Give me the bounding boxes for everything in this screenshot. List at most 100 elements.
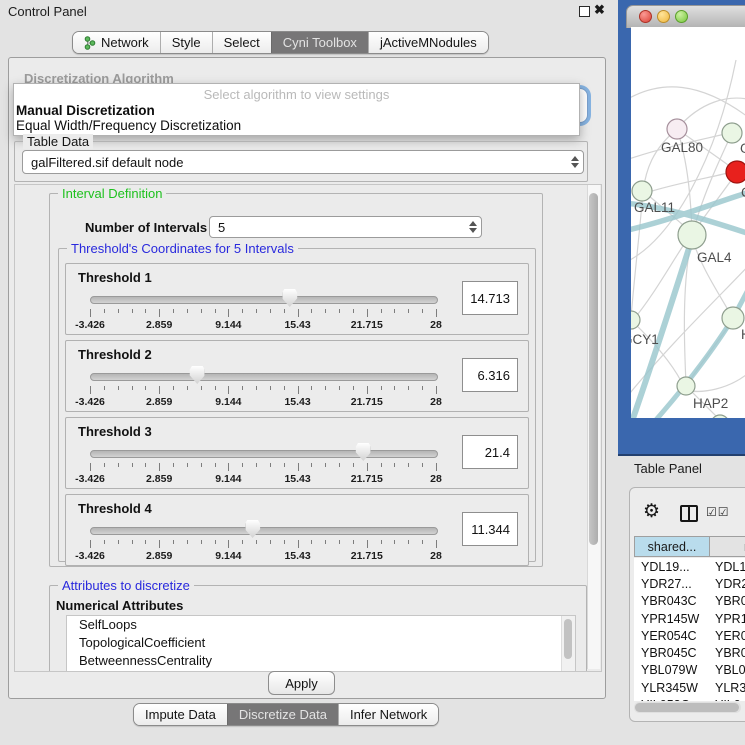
table-row[interactable]: YER054CYER0 xyxy=(634,627,745,644)
network-node[interactable] xyxy=(667,119,687,139)
number-of-intervals-combobox[interactable]: 5 xyxy=(209,216,482,238)
table-cell: YLR3 xyxy=(708,681,745,695)
numerical-attributes-label: Numerical Attributes xyxy=(56,598,183,613)
minimize-traffic-light-icon[interactable] xyxy=(657,10,670,23)
network-canvas[interactable]: GAL80GACGAL11GAL4GCY1HHAP2 xyxy=(631,27,745,418)
table-row[interactable]: YDR27...YDR2 xyxy=(634,575,745,592)
slider-thumb-icon[interactable] xyxy=(356,443,371,461)
network-node-label: GAL11 xyxy=(634,200,675,215)
algorithm-option-manual[interactable]: Manual Discretization xyxy=(16,103,155,118)
table-data-group-label: Table Data xyxy=(23,134,93,149)
tick-label: -3.426 xyxy=(75,319,105,331)
table-cell: YBR045C xyxy=(634,646,708,660)
table-cell: YBL079W xyxy=(634,663,708,677)
tick-label: 2.859 xyxy=(146,319,172,331)
threshold-1-value-field[interactable]: 14.713 xyxy=(462,281,518,315)
table-cell: YBL0 xyxy=(708,663,745,677)
network-node[interactable] xyxy=(726,161,745,183)
tab-jactivemnodules[interactable]: jActiveMNodules xyxy=(368,32,488,53)
threshold-3-value-field[interactable]: 21.4 xyxy=(462,435,518,469)
apply-button[interactable]: Apply xyxy=(268,671,335,695)
tab-infer-network[interactable]: Infer Network xyxy=(338,704,438,725)
slider-track[interactable] xyxy=(90,450,438,458)
slider-track[interactable] xyxy=(90,373,438,381)
table-row[interactable]: YIL052CYIL0 xyxy=(634,696,745,701)
threshold-2-slider[interactable]: -3.4262.8599.14415.4321.71528 xyxy=(90,371,436,401)
network-node[interactable] xyxy=(678,221,706,249)
threshold-3-slider[interactable]: -3.4262.8599.14415.4321.71528 xyxy=(90,448,436,478)
network-node[interactable] xyxy=(722,307,744,329)
table-data-combobox[interactable]: galFiltered.sif default node xyxy=(22,150,584,174)
threshold-2-value-field[interactable]: 6.316 xyxy=(462,358,518,392)
select-columns-checkboxes-icon[interactable]: ☑☑ xyxy=(706,505,730,519)
threshold-1-slider[interactable]: -3.4262.8599.14415.4321.71528 xyxy=(90,294,436,324)
network-node[interactable] xyxy=(677,377,695,395)
slider-track[interactable] xyxy=(90,296,438,304)
tab-impute-data[interactable]: Impute Data xyxy=(134,704,227,725)
table-row[interactable]: YDL19...YDL1 xyxy=(634,558,745,575)
slider-thumb-icon[interactable] xyxy=(245,520,260,538)
split-view-icon[interactable] xyxy=(680,505,698,522)
network-node[interactable] xyxy=(632,181,652,201)
tick-label: 28 xyxy=(430,396,442,408)
network-node[interactable] xyxy=(711,415,729,418)
tab-select[interactable]: Select xyxy=(212,32,271,53)
attribute-item[interactable]: SelfLoops xyxy=(67,616,575,634)
threshold-4-value-field[interactable]: 11.344 xyxy=(462,512,518,546)
threshold-1-label: Threshold 1 xyxy=(78,270,152,285)
slider-track[interactable] xyxy=(90,527,438,535)
table-row[interactable]: YLR345WYLR3 xyxy=(634,679,745,696)
interval-definition-label: Interval Definition xyxy=(58,186,166,201)
table-row[interactable]: YBR043CYBR0 xyxy=(634,593,745,610)
close-icon[interactable]: ✖ xyxy=(594,2,605,18)
table-horizontal-scrollbar[interactable] xyxy=(634,702,741,713)
tab-style[interactable]: Style xyxy=(160,32,212,53)
table-cell: YIL052C xyxy=(634,698,708,701)
list-scrollbar[interactable] xyxy=(561,616,575,672)
tick-label: 15.43 xyxy=(284,550,310,562)
table-cell: YDL19... xyxy=(634,560,708,574)
tick-label: 21.715 xyxy=(351,550,383,562)
settings-scrollbar[interactable] xyxy=(587,185,600,669)
tick-label: 21.715 xyxy=(351,319,383,331)
interval-definition-group: Interval Definition Number of Intervals … xyxy=(49,193,543,567)
numerical-attributes-list[interactable]: SelfLoopsTopologicalCoefficientBetweenne… xyxy=(66,615,576,672)
tab-network[interactable]: Network xyxy=(73,32,160,53)
float-window-icon[interactable] xyxy=(579,6,590,17)
network-node[interactable] xyxy=(722,123,742,143)
algorithm-option-equal-width[interactable]: Equal Width/Frequency Discretization xyxy=(16,118,241,133)
table-rows: YDL19...YDL1YDR27...YDR2YBR043CYBR0YPR14… xyxy=(634,558,745,701)
attribute-item[interactable]: TopologicalCoefficient xyxy=(67,634,575,652)
table-row[interactable]: YBL079WYBL0 xyxy=(634,662,745,679)
attribute-item[interactable]: BetweennessCentrality xyxy=(67,652,575,670)
network-node-label: HAP2 xyxy=(693,396,728,411)
tab-label: Impute Data xyxy=(145,707,216,722)
column-header-name[interactable]: na xyxy=(710,537,745,556)
table-panel: ⚙ ☑☑ shared... na YDL19...YDL1YDR27...YD… xyxy=(629,487,745,722)
threshold-4-slider[interactable]: -3.4262.8599.14415.4321.71528 xyxy=(90,525,436,555)
table-header-row: shared... na xyxy=(634,536,745,557)
tab-label: Network xyxy=(101,35,149,50)
gear-icon[interactable]: ⚙ xyxy=(643,500,660,523)
table-cell: YIL0 xyxy=(708,698,741,701)
column-header-shared-name[interactable]: shared... xyxy=(635,537,710,556)
table-cell: YDR27... xyxy=(634,577,708,591)
slider-thumb-icon[interactable] xyxy=(282,289,297,307)
slider-ticks xyxy=(90,386,436,395)
threshold-3-panel: Threshold 3-3.4262.8599.14415.4321.71528… xyxy=(65,417,529,489)
threshold-2-panel: Threshold 2-3.4262.8599.14415.4321.71528… xyxy=(65,340,529,412)
tab-discretize-data[interactable]: Discretize Data xyxy=(227,704,338,725)
table-row[interactable]: YPR145WYPR1 xyxy=(634,610,745,627)
table-cell: YPR145W xyxy=(634,612,708,626)
tab-label: Cyni Toolbox xyxy=(283,35,357,50)
tick-label: 15.43 xyxy=(284,319,310,331)
network-node-label: H xyxy=(741,327,745,342)
algorithm-placeholder: Select algorithm to view settings xyxy=(14,87,579,102)
tab-cyni-toolbox[interactable]: Cyni Toolbox xyxy=(271,32,368,53)
table-row[interactable]: YBR045CYBR0 xyxy=(634,644,745,661)
zoom-traffic-light-icon[interactable] xyxy=(675,10,688,23)
table-panel-title: Table Panel xyxy=(634,461,702,476)
slider-thumb-icon[interactable] xyxy=(190,366,205,384)
close-traffic-light-icon[interactable] xyxy=(639,10,652,23)
table-cell: YER0 xyxy=(708,629,745,643)
